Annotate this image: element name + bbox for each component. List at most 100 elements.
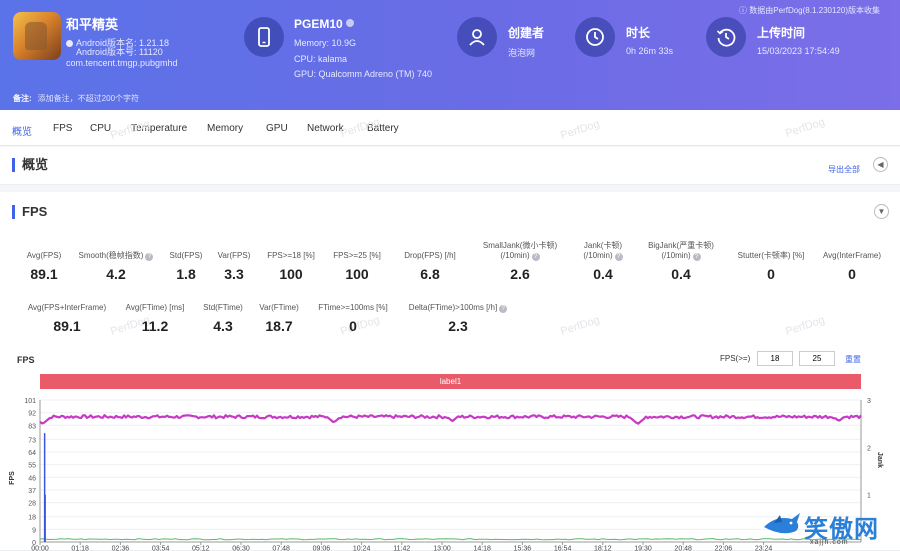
y2-tick-label: 2 xyxy=(867,445,871,452)
shark-logo-icon xyxy=(764,513,800,534)
help-icon[interactable]: ? xyxy=(614,253,623,261)
x-tick-label: 10:24 xyxy=(353,546,371,551)
device-gpu: GPU: Qualcomm Adreno (TM) 740 xyxy=(294,69,433,79)
tab-fps[interactable]: FPS xyxy=(53,123,72,134)
x-tick-label: 11:42 xyxy=(393,546,410,551)
app-package: com.tencent.tmgp.pubgmhd xyxy=(66,58,178,68)
stat-std-fps: Std(FPS) 1.8 xyxy=(169,251,203,282)
stat-delta-ftime: Delta(FTime)>100ms [/h]? 2.3 xyxy=(402,303,514,334)
y2-tick-label: 3 xyxy=(867,398,871,405)
fps-threshold-2-input[interactable] xyxy=(799,351,835,366)
y-tick-label: 101 xyxy=(24,398,36,405)
x-tick-label: 14:18 xyxy=(473,546,491,551)
watermark: PerfDog xyxy=(784,116,827,140)
tab-cpu[interactable]: CPU xyxy=(90,123,111,134)
fps-series-line xyxy=(39,414,862,425)
duration-label: 时长 xyxy=(626,26,651,40)
fps-filter-label: FPS(>=) xyxy=(720,354,751,363)
help-icon[interactable]: ? xyxy=(499,305,508,313)
device-cpu: CPU: kalama xyxy=(294,54,348,64)
stat-fps-ge-18: FPS>=18 [%] 100 xyxy=(267,251,315,282)
creator-value: 泡泡网 xyxy=(508,48,536,58)
info-icon[interactable] xyxy=(345,19,354,27)
interframe-series-line xyxy=(39,538,862,541)
chevron-down-icon[interactable]: ▼ xyxy=(874,204,889,219)
perfdog-report: 和平精英 Android版本名: 1.21.18 Android版本号: 111… xyxy=(0,0,900,551)
stat-avg-ftime: Avg(FTime) [ms] 11.2 xyxy=(125,303,185,334)
stat-small-jank: SmallJank(微小卡顿) (/10min)? 2.6 xyxy=(482,241,558,282)
report-header: 和平精英 Android版本名: 1.21.18 Android版本号: 111… xyxy=(0,0,900,110)
help-icon[interactable]: ? xyxy=(531,253,540,261)
creator-label: 创建者 xyxy=(508,26,545,40)
device-memory: Memory: 10.9G xyxy=(294,38,357,48)
watermark: PerfDog xyxy=(109,118,152,142)
y-tick-label: 92 xyxy=(28,411,36,418)
y-axis-label: FPS xyxy=(9,471,16,485)
x-tick-label: 00:00 xyxy=(31,546,49,551)
y-tick-label: 9 xyxy=(32,527,36,534)
metric-tabs: 概览 FPS CPU Temperature Memory GPU Networ… xyxy=(0,110,900,146)
stat-drop-fps: Drop(FPS) [/h] 6.8 xyxy=(404,251,456,282)
x-tick-label: 02:36 xyxy=(112,546,130,551)
x-tick-label: 15:36 xyxy=(514,546,532,551)
x-tick-label: 01:18 xyxy=(71,546,89,551)
x-tick-label: 09:06 xyxy=(313,546,331,551)
y-tick-label: 46 xyxy=(28,475,36,482)
app-name: 和平精英 xyxy=(66,17,119,32)
y2-tick-label: 1 xyxy=(867,493,871,500)
help-icon[interactable]: ? xyxy=(692,253,701,261)
y-tick-label: 28 xyxy=(28,501,36,508)
stat-avg-fps: Avg(FPS) 89.1 xyxy=(26,251,62,282)
stat-std-ftime: Std(FTime) 4.3 xyxy=(203,303,243,334)
stat-avg-interframe: Avg(InterFrame) 0 xyxy=(822,251,882,282)
export-all-link[interactable]: 导出全部 xyxy=(828,164,860,175)
tab-memory[interactable]: Memory xyxy=(207,123,243,134)
stat-ftime-ge-100: FTime>=100ms [%] 0 xyxy=(318,303,388,334)
label-bar[interactable]: label1 xyxy=(40,374,861,389)
y-tick-label: 55 xyxy=(28,463,36,470)
x-tick-label: 22:06 xyxy=(715,546,733,551)
fps-threshold-1-input[interactable] xyxy=(757,351,793,366)
y-tick-label: 64 xyxy=(28,450,36,457)
x-tick-label: 16:54 xyxy=(554,546,572,551)
stat-smooth: Smooth(稳帧指数)? 4.2 xyxy=(72,251,160,282)
x-tick-label: 05:12 xyxy=(192,546,210,551)
stat-jank: Jank(卡顿) (/10min)? 0.4 xyxy=(583,241,623,282)
watermark: PerfDog xyxy=(784,314,827,338)
stat-big-jank: BigJank(严重卡顿) (/10min)? 0.4 xyxy=(648,241,714,282)
stat-var-fps: Var(FPS) 3.3 xyxy=(217,251,251,282)
clock-icon xyxy=(575,17,615,57)
y-tick-label: 83 xyxy=(28,423,36,430)
history-icon xyxy=(706,17,746,57)
x-tick-label: 13:00 xyxy=(433,546,451,551)
x-tick-label: 07:48 xyxy=(272,546,290,551)
chart-title: FPS xyxy=(17,355,35,365)
x-tick-label: 03:54 xyxy=(152,546,170,551)
y-tick-label: 73 xyxy=(28,437,36,444)
site-logo: 笑傲网 xajjn.com xyxy=(762,507,894,549)
stat-var-ftime: Var(FTime) 18.7 xyxy=(259,303,299,334)
tab-gpu[interactable]: GPU xyxy=(266,123,288,134)
watermark: PerfDog xyxy=(559,314,602,338)
overview-title: 概览 xyxy=(12,158,48,172)
stat-avg-fps-interframe: Avg(FPS+InterFrame) 89.1 xyxy=(27,303,107,334)
x-tick-label: 06:30 xyxy=(232,546,250,551)
reset-link[interactable]: 重置 xyxy=(845,354,861,365)
y2-axis-label: Jank xyxy=(876,452,883,468)
help-icon[interactable]: ? xyxy=(145,253,154,261)
logo-url: xajjn.com xyxy=(810,539,849,546)
collapse-icon[interactable]: ◀ xyxy=(873,157,888,172)
overview-section: 概览 导出全部 ◀ xyxy=(0,147,900,185)
upload-value: 15/03/2023 17:54:49 xyxy=(757,46,840,56)
x-tick-label: 18:12 xyxy=(594,546,612,551)
y-tick-label: 37 xyxy=(28,488,36,495)
x-tick-label: 20:48 xyxy=(674,546,692,551)
duration-value: 0h 26m 33s xyxy=(626,46,674,56)
app-icon xyxy=(13,12,61,60)
stat-stutter: Stutter(卡顿率) [%] 0 xyxy=(737,251,805,282)
watermark: PerfDog xyxy=(559,118,602,142)
remark-field[interactable]: 备注: 添加备注，不超过200个字符 xyxy=(13,93,139,104)
user-icon xyxy=(457,17,497,57)
tab-overview[interactable]: 概览 xyxy=(12,123,32,138)
watermark: PerfDog xyxy=(339,116,382,140)
